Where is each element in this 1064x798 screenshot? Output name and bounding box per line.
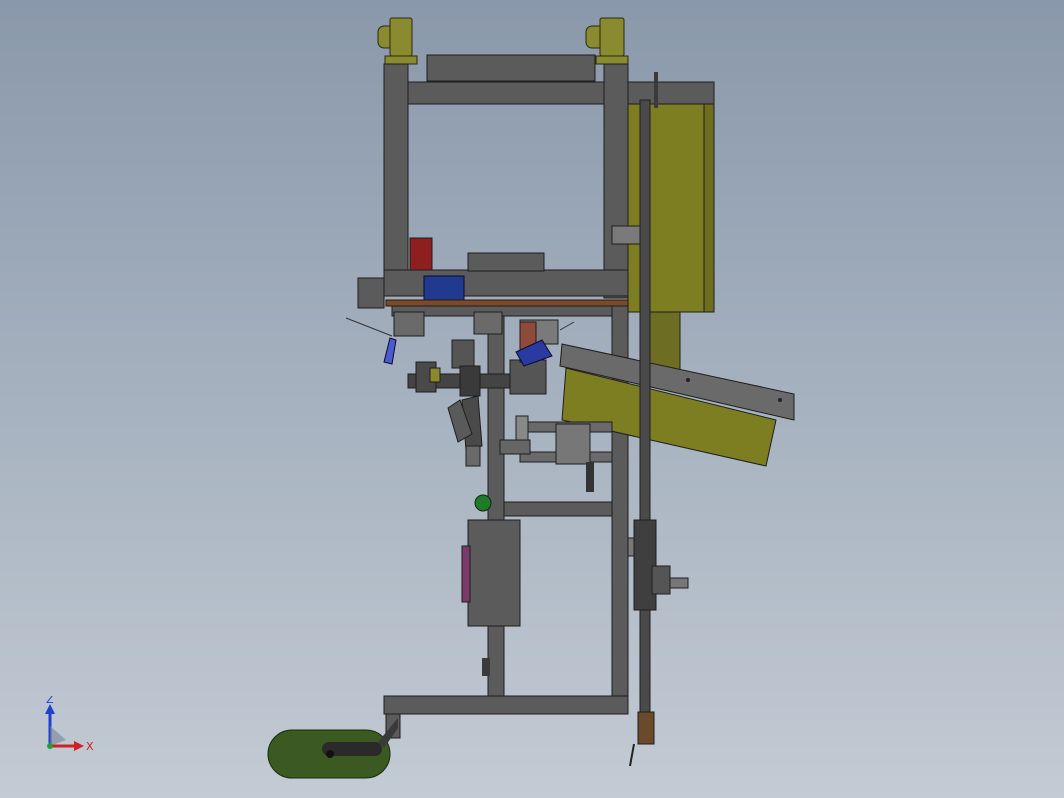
triad-x-arrow: [74, 741, 84, 751]
cad-model-view[interactable]: [0, 0, 1064, 798]
green-indicator: [474, 494, 492, 512]
mechanism-cluster: [345, 311, 575, 467]
cylinder-unit: [499, 415, 613, 492]
red-component: [409, 237, 433, 271]
triad-y-shadow: [50, 726, 66, 746]
graphics-viewport[interactable]: Z X: [0, 0, 1064, 798]
triad-origin: [47, 743, 53, 749]
top-left-motor: [377, 17, 418, 65]
triad-x-label: X: [86, 740, 94, 753]
brown-plate: [385, 299, 629, 307]
pipe-bracket-upper: [611, 225, 641, 245]
fuel-tank: [267, 718, 398, 779]
view-orientation-triad-icon: Z X: [45, 696, 94, 753]
mid-plate: [391, 305, 629, 317]
triad-z-label: Z: [46, 696, 54, 706]
